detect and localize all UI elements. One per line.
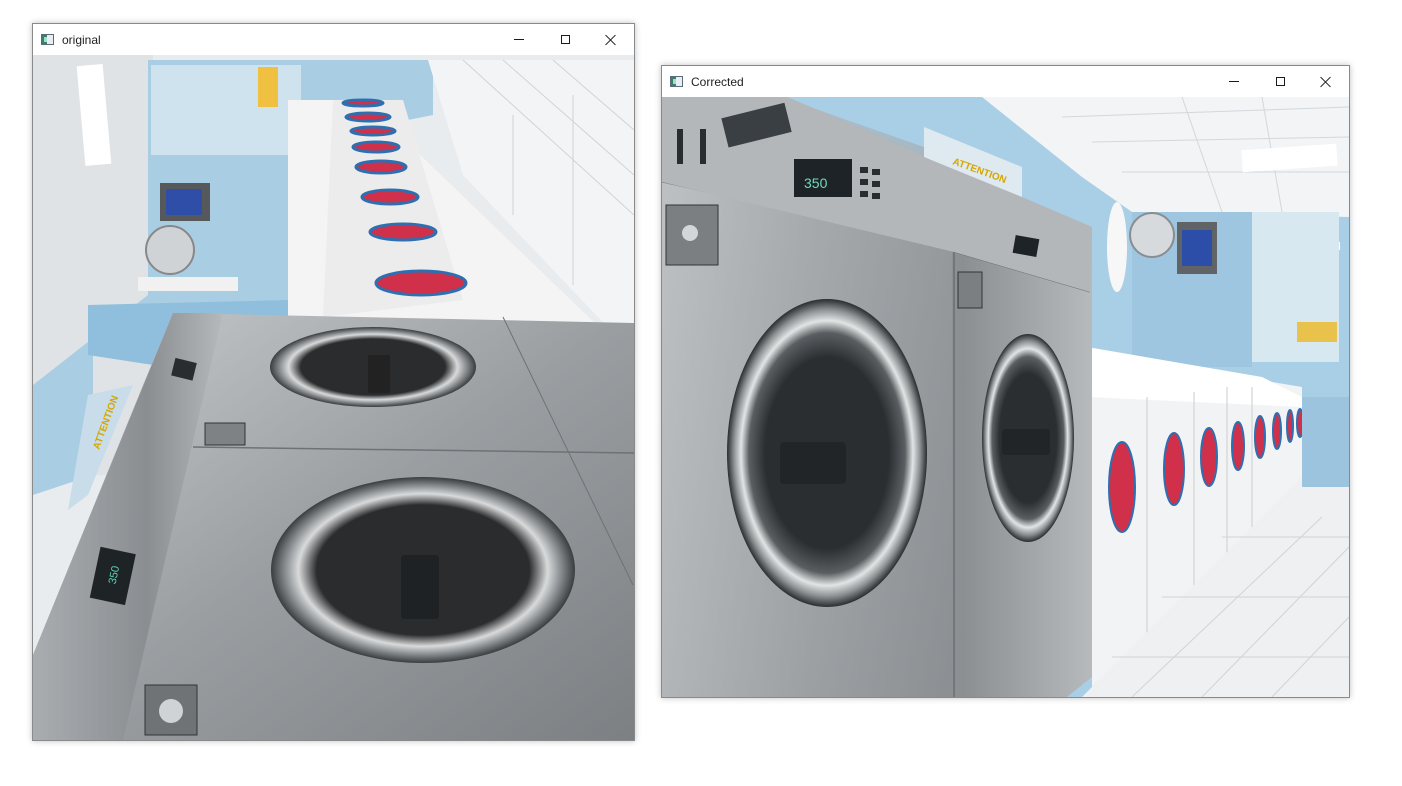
original-window[interactable]: original 350 ATTENTION bbox=[32, 23, 635, 741]
close-button[interactable] bbox=[588, 24, 634, 55]
app-icon bbox=[41, 34, 54, 45]
maximize-button[interactable] bbox=[1257, 66, 1303, 97]
title-bar[interactable]: original bbox=[33, 24, 634, 56]
maximize-icon bbox=[560, 35, 570, 44]
original-laundromat-image: 350 ATTENTION bbox=[33, 55, 634, 740]
maximize-icon bbox=[1275, 77, 1285, 86]
corrected-window[interactable]: Corrected 350 ATTENTION bbox=[661, 65, 1350, 698]
title-bar[interactable]: Corrected bbox=[662, 66, 1349, 98]
close-icon bbox=[1320, 76, 1332, 88]
minimize-icon bbox=[514, 39, 524, 40]
display-350: 350 bbox=[804, 175, 828, 191]
app-icon bbox=[670, 76, 683, 87]
minimize-icon bbox=[1229, 81, 1239, 82]
window-title: Corrected bbox=[691, 74, 744, 89]
corrected-laundromat-image: 350 ATTENTION bbox=[662, 97, 1349, 697]
close-icon bbox=[605, 34, 617, 46]
window-title: original bbox=[62, 32, 101, 47]
minimize-button[interactable] bbox=[496, 24, 542, 55]
close-button[interactable] bbox=[1303, 66, 1349, 97]
window-controls bbox=[1211, 66, 1349, 97]
corrected-image-canvas[interactable]: 350 ATTENTION bbox=[662, 97, 1349, 697]
window-controls bbox=[496, 24, 634, 55]
minimize-button[interactable] bbox=[1211, 66, 1257, 97]
maximize-button[interactable] bbox=[542, 24, 588, 55]
original-image-canvas[interactable]: 350 ATTENTION bbox=[33, 55, 634, 740]
